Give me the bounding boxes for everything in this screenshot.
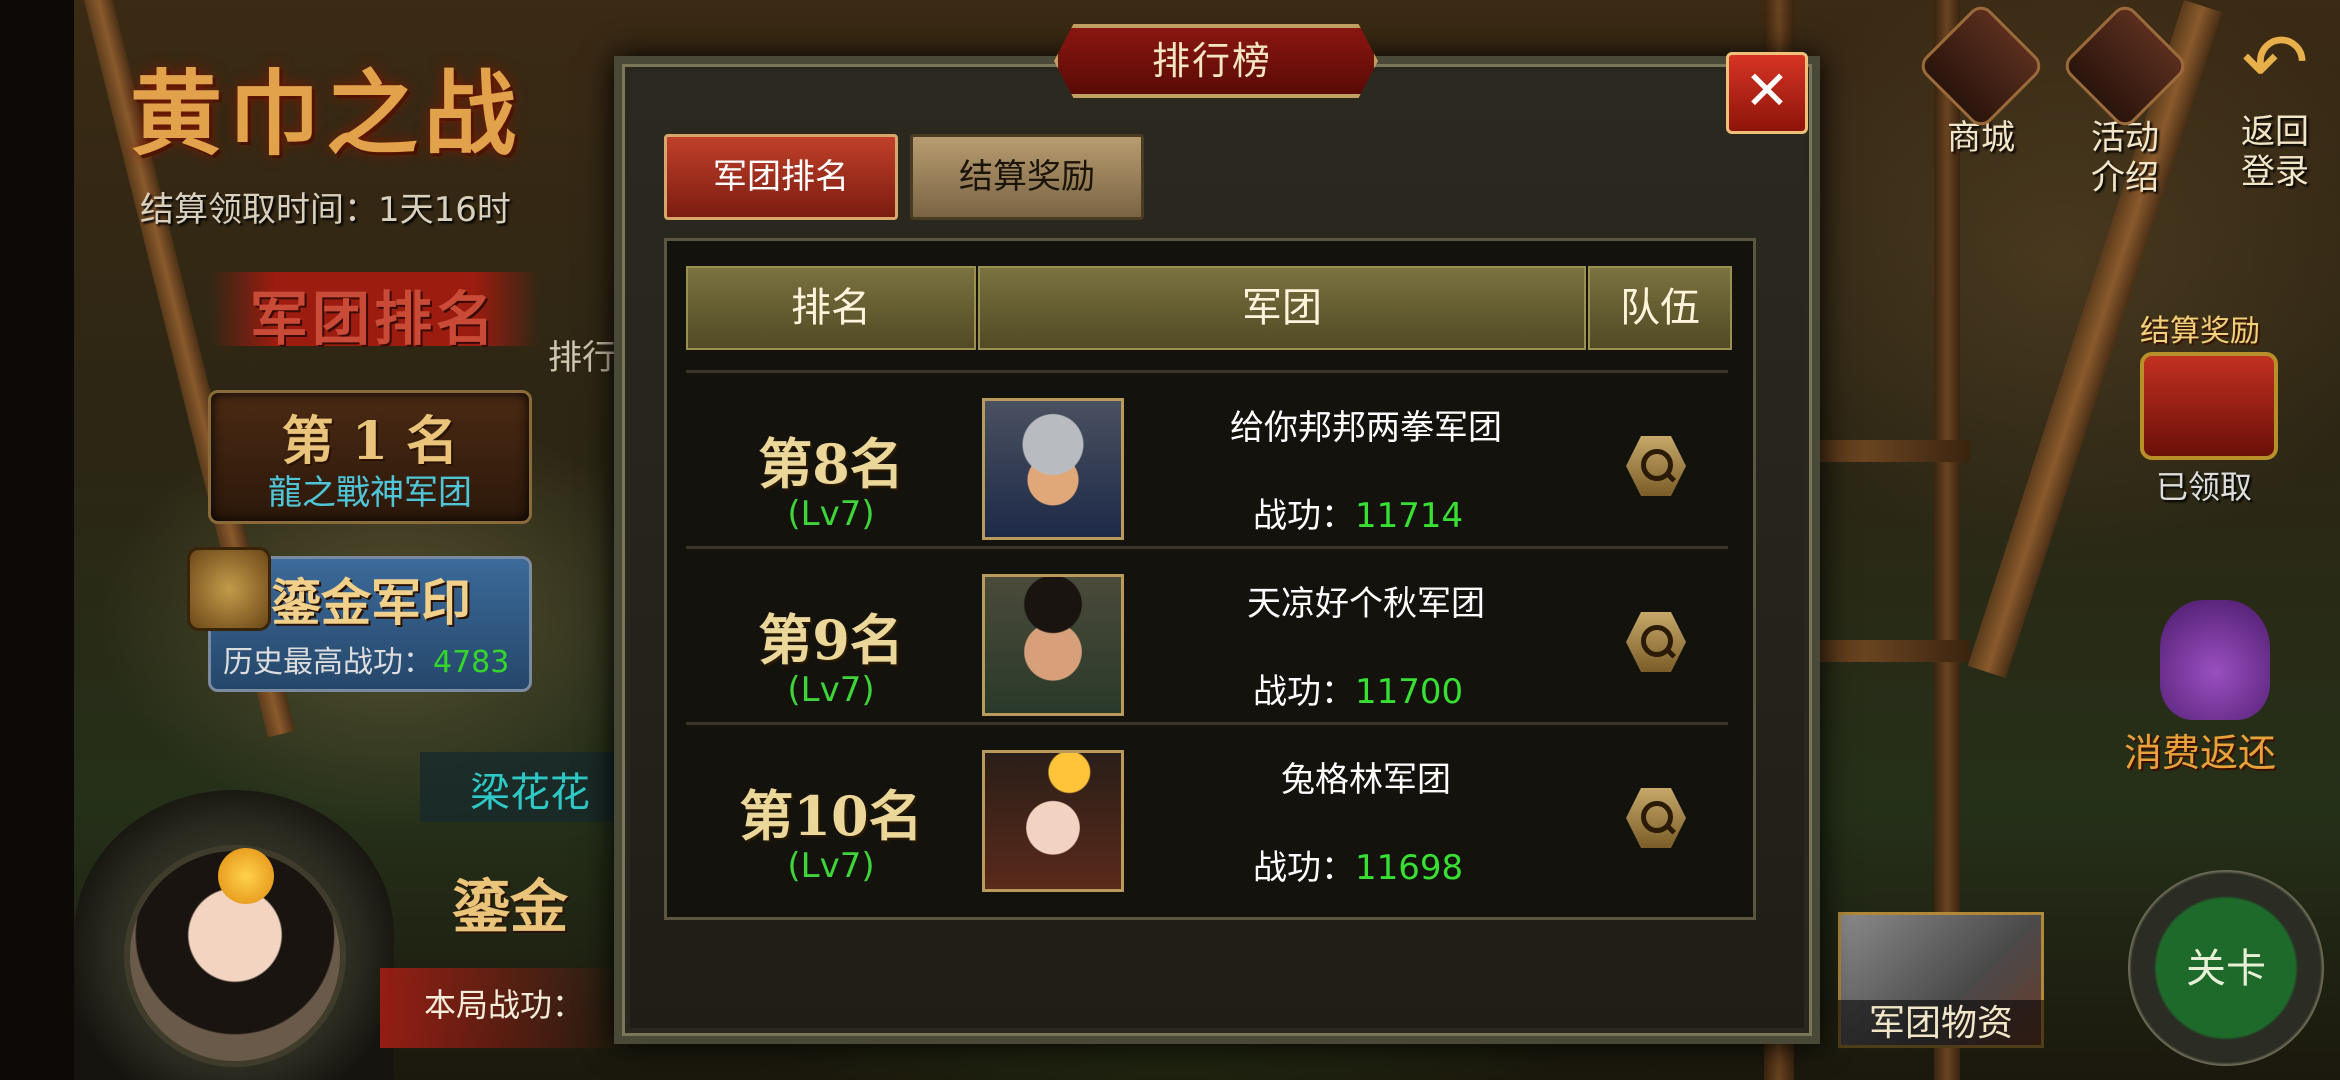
row-divider bbox=[686, 722, 1728, 725]
shop-icon bbox=[1915, 0, 2047, 132]
legion-level: (Lv7) bbox=[787, 494, 875, 534]
reward-claimed-status: 已领取 bbox=[2156, 468, 2253, 506]
seal-icon bbox=[187, 547, 271, 631]
settle-time-text: 结算领取时间：1天16时 bbox=[140, 190, 511, 230]
legion-rank-heading: 军团排名 bbox=[250, 285, 499, 353]
activity-info-button[interactable]: 活动 介绍 bbox=[2059, 0, 2191, 198]
settlement-reward-label: 结算奖励 bbox=[2140, 314, 2260, 349]
leaderboard-shortcut-label[interactable]: 排行 bbox=[548, 330, 616, 379]
back-arrow-icon: ↶ bbox=[2241, 16, 2309, 109]
first-place-legion: 龍之戰神军团 bbox=[268, 473, 472, 513]
gift-bag-icon[interactable] bbox=[2160, 600, 2270, 720]
legion-name: 给你邦邦两拳军团 bbox=[1230, 408, 1502, 448]
column-header-rank: 排名 bbox=[686, 266, 976, 350]
view-team-button[interactable] bbox=[1626, 436, 1686, 496]
seal-history-text: 历史最高战功：4783 bbox=[223, 645, 510, 680]
merit-text: 战功：11698 bbox=[1253, 848, 1464, 888]
event-title: 黄巾之战 bbox=[130, 60, 523, 168]
modal-title: 排行榜 bbox=[1151, 39, 1272, 83]
view-team-button[interactable] bbox=[1626, 612, 1686, 672]
column-header-legion: 军团 bbox=[978, 266, 1586, 350]
seal-subtitle: 鎏金 bbox=[452, 873, 569, 941]
legion-name: 兔格林军团 bbox=[1281, 760, 1451, 800]
spend-refund-label[interactable]: 消费返还 bbox=[2124, 722, 2276, 777]
seal-title: 鎏金军印 bbox=[271, 573, 471, 632]
row-divider bbox=[686, 546, 1728, 549]
column-header-team: 队伍 bbox=[1588, 266, 1732, 350]
tab-settlement-rewards[interactable]: 结算奖励 bbox=[910, 134, 1144, 220]
first-place-text: 第 1 名 bbox=[281, 411, 459, 472]
treasure-chest-icon[interactable] bbox=[2140, 352, 2278, 460]
gilded-seal-card: 鎏金军印 历史最高战功：4783 bbox=[187, 547, 532, 692]
merit-value: 11700 bbox=[1355, 672, 1464, 712]
row-divider bbox=[686, 370, 1728, 373]
round-merit-label: 本局战功： bbox=[424, 986, 585, 1024]
rank-number: 第9名 bbox=[758, 608, 904, 672]
young-officer-portrait bbox=[982, 574, 1124, 716]
flower-icon bbox=[218, 848, 274, 904]
activity-icon bbox=[2059, 0, 2191, 132]
armored-general-portrait bbox=[982, 398, 1124, 540]
lady-with-flower-portrait bbox=[982, 750, 1124, 892]
legion-supplies-label[interactable]: 军团物资 bbox=[1838, 1000, 2044, 1048]
back-to-login-button[interactable]: ↶ 返回 登录 bbox=[2210, 16, 2340, 193]
legion-level: (Lv7) bbox=[787, 670, 875, 710]
merit-value: 11714 bbox=[1355, 496, 1464, 536]
back-label: 返回 登录 bbox=[2241, 112, 2309, 192]
player-name: 梁花花 bbox=[470, 770, 590, 816]
view-team-button[interactable] bbox=[1626, 788, 1686, 848]
stage-label[interactable]: 关卡 bbox=[2128, 936, 2324, 994]
seal-history-value: 4783 bbox=[433, 645, 510, 680]
merit-value: 11698 bbox=[1355, 848, 1464, 888]
ranking-row: 第10名 (Lv7) 兔格林军团 战功：11698 bbox=[686, 742, 1728, 916]
legion-level: (Lv7) bbox=[787, 846, 875, 886]
first-place-card: 第 1 名 龍之戰神军团 bbox=[208, 390, 532, 524]
shop-button[interactable]: 商城 bbox=[1915, 0, 2047, 158]
merit-text: 战功：11700 bbox=[1253, 672, 1464, 712]
ranking-row: 第8名 (Lv7) 给你邦邦两拳军团 战功：11714 bbox=[686, 390, 1728, 564]
rank-number: 第10名 bbox=[739, 784, 923, 848]
rank-number: 第8名 bbox=[758, 432, 904, 496]
legion-name: 天凉好个秋军团 bbox=[1247, 584, 1485, 624]
merit-text: 战功：11714 bbox=[1253, 496, 1464, 536]
tab-legion-ranking[interactable]: 军团排名 bbox=[664, 134, 898, 220]
activity-label: 活动 介绍 bbox=[2091, 118, 2159, 198]
close-button[interactable]: ✕ bbox=[1726, 52, 1808, 134]
ranking-row: 第9名 (Lv7) 天凉好个秋军团 战功：11700 bbox=[686, 566, 1728, 740]
